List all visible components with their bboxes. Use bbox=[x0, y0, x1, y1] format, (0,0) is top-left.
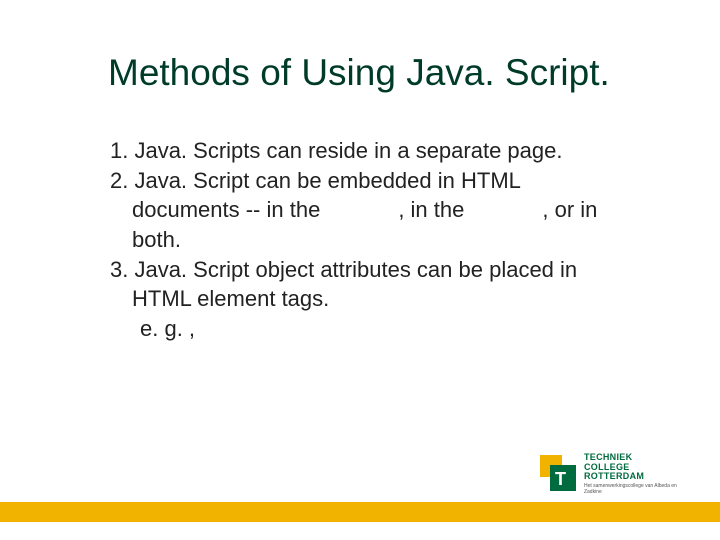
logo-text: TECHNIEK COLLEGE ROTTERDAM Het samenwerk… bbox=[584, 453, 690, 496]
text-fragment: documents -- in the bbox=[132, 197, 320, 222]
logo: T TECHNIEK COLLEGE ROTTERDAM Het samenwe… bbox=[540, 450, 690, 498]
logo-letter: T bbox=[555, 469, 566, 490]
slide-body: 1. Java. Scripts can reside in a separat… bbox=[110, 136, 660, 344]
text-fragment: , or in bbox=[542, 197, 597, 222]
footer-bar bbox=[0, 502, 720, 522]
list-item-1: 1. Java. Scripts can reside in a separat… bbox=[110, 136, 660, 166]
logo-subtitle: Het samenwerkingscollege van Albeda en Z… bbox=[584, 484, 690, 495]
list-item-3-line3: e. g. , bbox=[110, 314, 660, 344]
list-item-3-line1: 3. Java. Script object attributes can be… bbox=[110, 255, 660, 285]
text-fragment: , in the bbox=[398, 197, 464, 222]
logo-mark: T bbox=[540, 455, 576, 493]
logo-line3: ROTTERDAM bbox=[584, 472, 690, 482]
slide: Methods of Using Java. Script. 1. Java. … bbox=[0, 0, 720, 540]
list-item-2-line1: 2. Java. Script can be embedded in HTML bbox=[110, 166, 660, 196]
list-item-2-line3: both. bbox=[110, 225, 660, 255]
list-item-2-line2: documents -- in the , in the , or in bbox=[110, 195, 660, 225]
list-item-3-line2: HTML element tags. bbox=[110, 284, 660, 314]
slide-title: Methods of Using Java. Script. bbox=[108, 52, 610, 94]
